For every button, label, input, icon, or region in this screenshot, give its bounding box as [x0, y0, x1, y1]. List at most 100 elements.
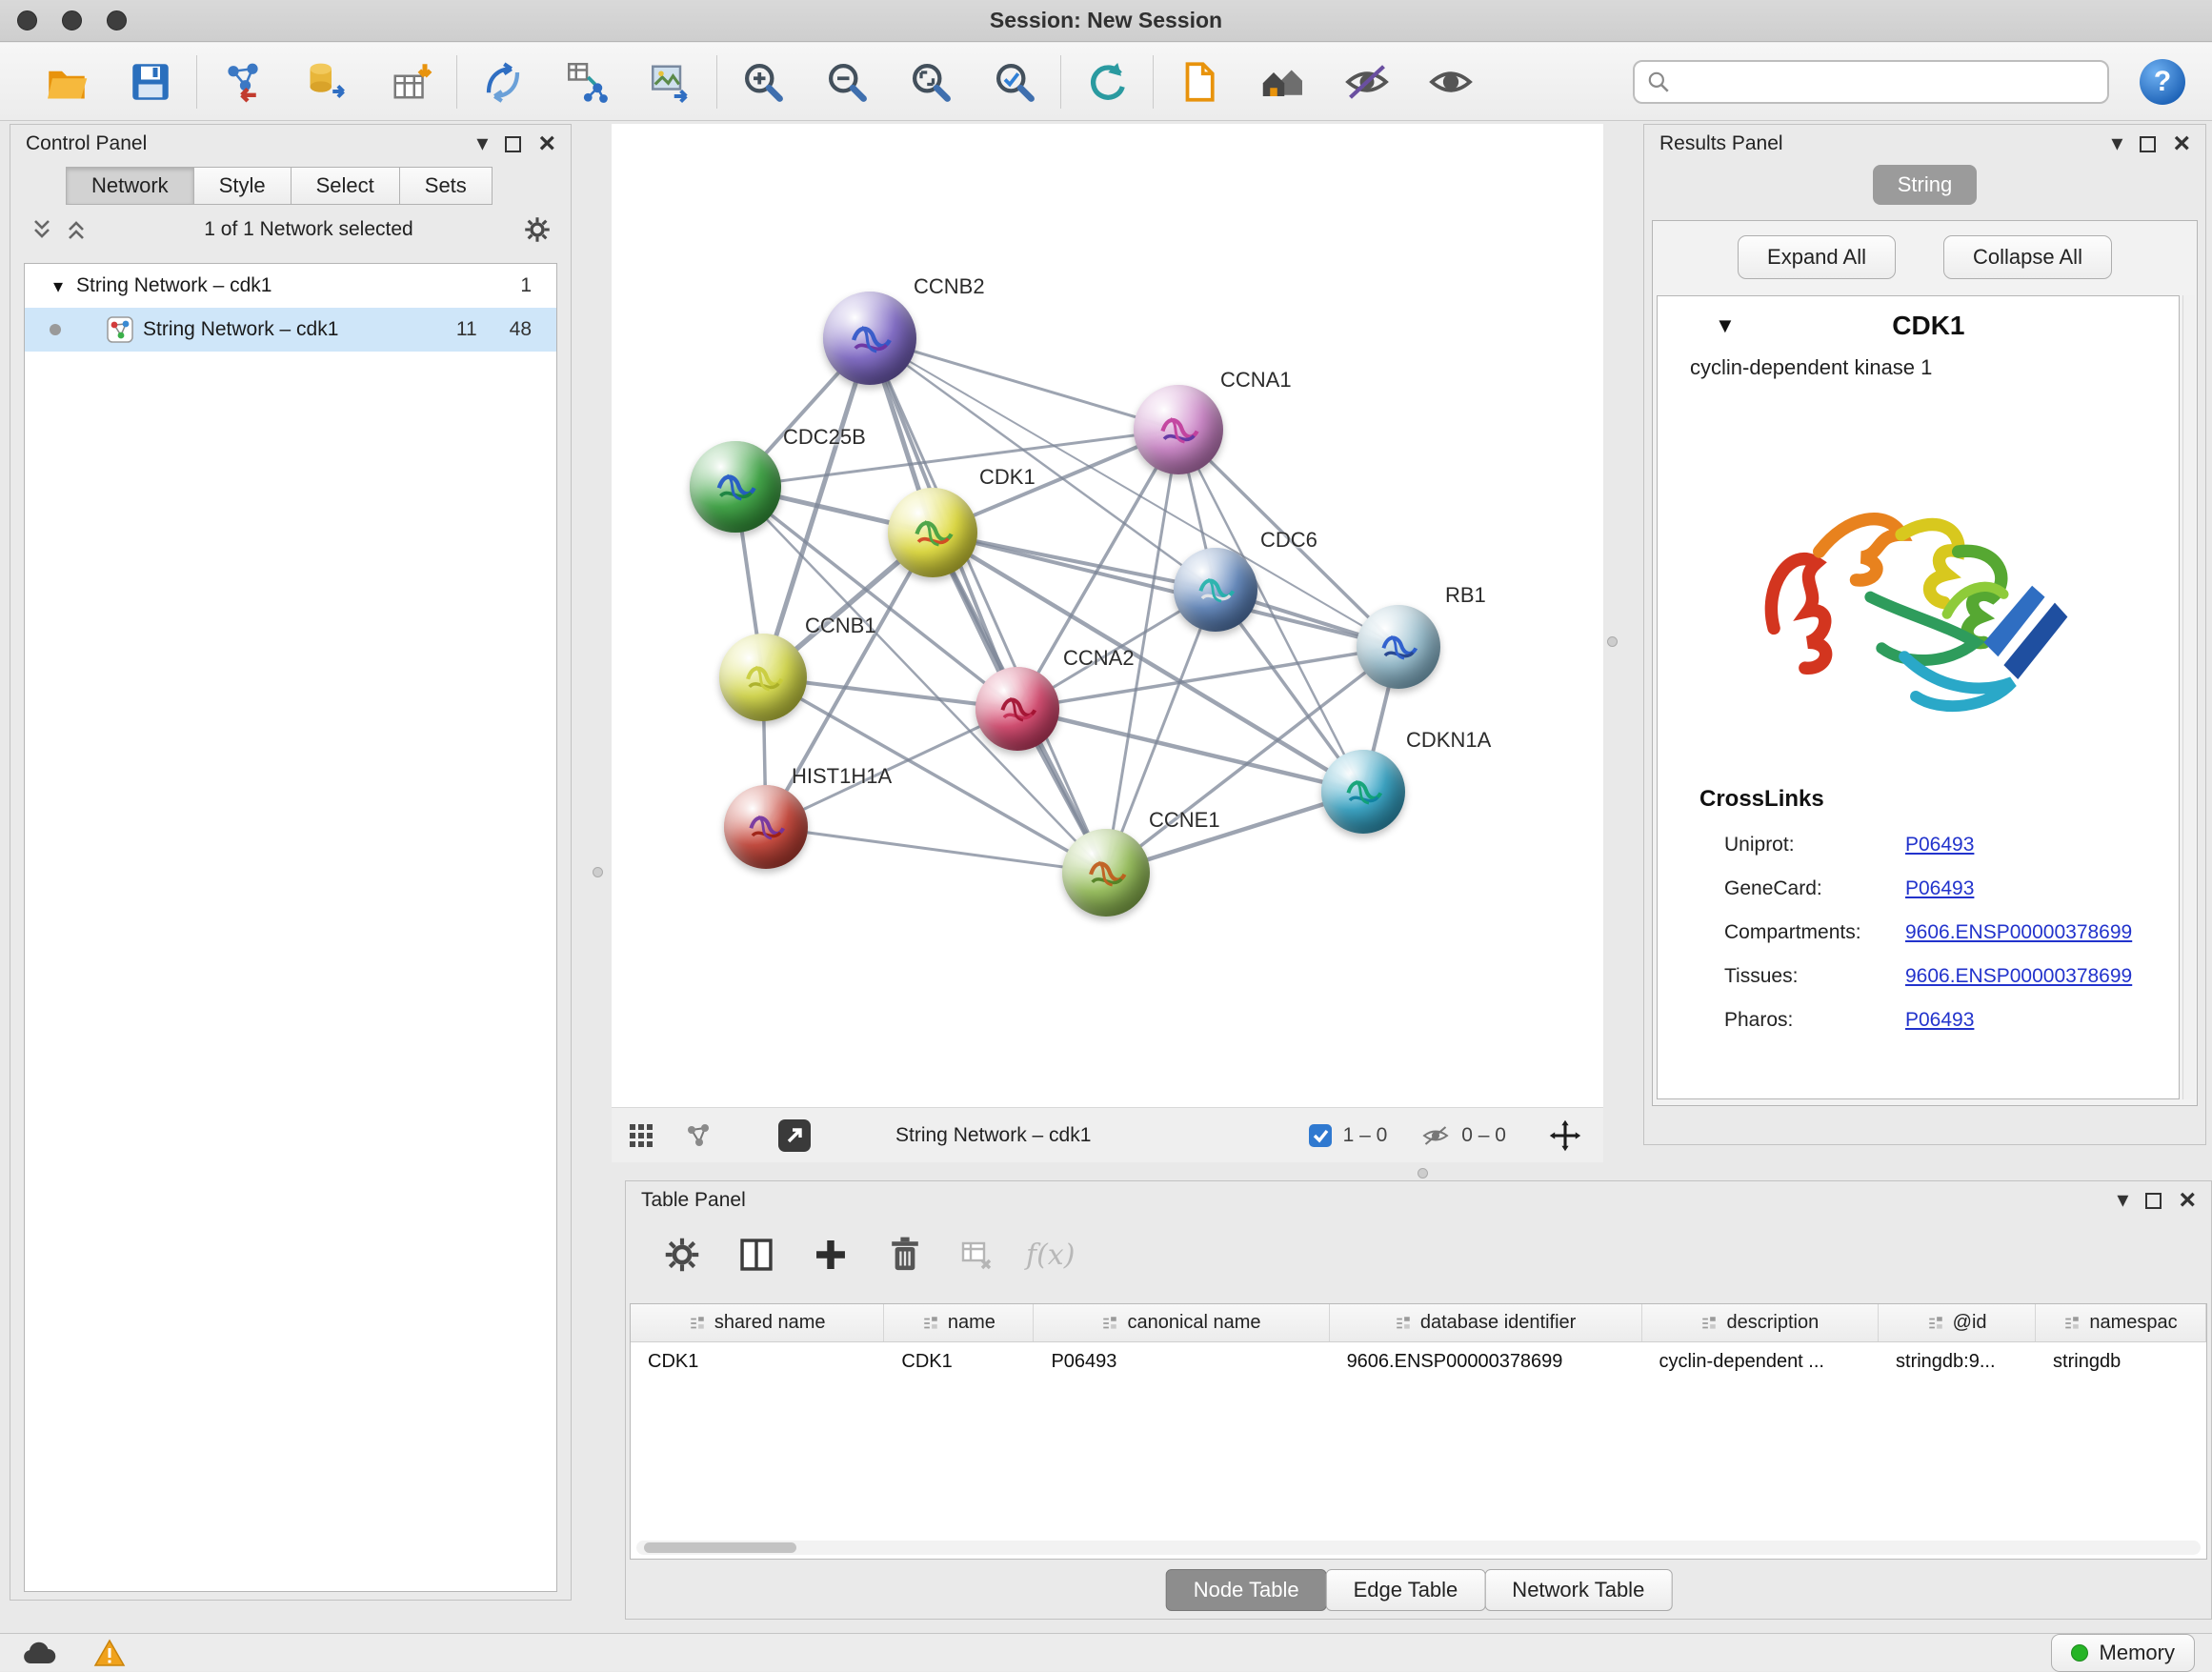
table-cell[interactable]: stringdb:9...: [1879, 1342, 2036, 1381]
external-link-icon[interactable]: [775, 1117, 814, 1155]
cloud-status-button[interactable]: [17, 1637, 61, 1669]
zoom-in-button[interactable]: [721, 50, 805, 113]
tab-sets[interactable]: Sets: [399, 167, 493, 205]
selected-checkbox-icon[interactable]: [1307, 1122, 1334, 1149]
table-settings-gear-icon[interactable]: [660, 1233, 704, 1277]
right-splitter-handle[interactable]: [1607, 636, 1618, 647]
tab-style[interactable]: Style: [193, 167, 292, 205]
refresh-layout-button[interactable]: [1065, 50, 1149, 113]
collapse-all-button[interactable]: Collapse All: [1943, 235, 2112, 279]
crosslink-link[interactable]: P06493: [1905, 877, 1974, 900]
open-session-button[interactable]: [25, 50, 109, 113]
panel-close-icon[interactable]: ×: [2173, 130, 2190, 158]
import-network-database-button[interactable]: [285, 50, 369, 113]
panel-menu-icon[interactable]: ▾: [2111, 132, 2122, 155]
collapse-all-icon[interactable]: [28, 215, 56, 244]
gear-icon[interactable]: [521, 213, 553, 246]
vertical-splitter-handle[interactable]: [593, 867, 603, 877]
save-session-button[interactable]: [109, 50, 192, 113]
tab-network-table[interactable]: Network Table: [1484, 1569, 1672, 1611]
tab-string[interactable]: String: [1873, 165, 1977, 205]
gene-section-header[interactable]: ▼ CDK1: [1658, 296, 2179, 355]
network-node-ccna2[interactable]: [975, 667, 1059, 751]
expand-all-button[interactable]: Expand All: [1738, 235, 1896, 279]
panel-float-icon[interactable]: [505, 136, 521, 152]
crosslink-link[interactable]: 9606.ENSP00000378699: [1905, 965, 2132, 988]
network-node-ccnb2[interactable]: [823, 292, 916, 385]
network-node-ccnb1[interactable]: [719, 634, 807, 721]
column-header--id[interactable]: @id: [1879, 1304, 2036, 1341]
add-row-plus-icon[interactable]: [809, 1233, 853, 1277]
network-node-rb1[interactable]: [1357, 605, 1440, 689]
network-edge[interactable]: [870, 338, 1178, 430]
tree-caret-icon[interactable]: ▾: [53, 274, 63, 298]
table-cell[interactable]: stringdb: [2036, 1342, 2206, 1381]
share-network-icon[interactable]: [684, 1121, 713, 1150]
export-image-button[interactable]: [629, 50, 713, 113]
expand-all-icon[interactable]: [62, 215, 90, 244]
pan-crosshair-icon[interactable]: [1548, 1118, 1582, 1153]
add-column-icon[interactable]: [734, 1233, 778, 1277]
panel-float-icon[interactable]: [2140, 136, 2156, 152]
tab-network[interactable]: Network: [66, 167, 194, 205]
panel-close-icon[interactable]: ×: [2179, 1186, 2196, 1215]
delete-table-icon[interactable]: [957, 1236, 995, 1274]
function-builder-icon[interactable]: f(x): [1026, 1239, 1075, 1272]
table-cell[interactable]: P06493: [1034, 1342, 1329, 1381]
column-header-name[interactable]: name: [884, 1304, 1034, 1341]
horizontal-splitter-handle[interactable]: [1418, 1168, 1428, 1178]
table-cell[interactable]: CDK1: [884, 1342, 1034, 1381]
table-cell[interactable]: cyclin-dependent ...: [1642, 1342, 1879, 1381]
grid-view-icon[interactable]: [627, 1121, 655, 1150]
new-network-button[interactable]: [461, 50, 545, 113]
network-node-cdc25b[interactable]: [690, 441, 781, 533]
search-input[interactable]: [1679, 71, 2096, 93]
crosslink-link[interactable]: P06493: [1905, 834, 1974, 856]
column-header-description[interactable]: description: [1642, 1304, 1880, 1341]
network-node-ccne1[interactable]: [1062, 829, 1150, 917]
home-button[interactable]: [1241, 50, 1325, 113]
network-node-cdkn1a[interactable]: [1321, 750, 1405, 834]
help-button[interactable]: ?: [2140, 59, 2185, 105]
column-header-canonical-name[interactable]: canonical name: [1034, 1304, 1329, 1341]
network-node-ccna1[interactable]: [1134, 385, 1223, 474]
tab-edge-table[interactable]: Edge Table: [1326, 1569, 1486, 1611]
panel-menu-icon[interactable]: ▾: [476, 132, 488, 155]
network-from-table-button[interactable]: [545, 50, 629, 113]
section-caret-icon[interactable]: ▼: [1715, 313, 1736, 338]
network-node-cdk1[interactable]: [888, 488, 977, 577]
column-header-database-identifier[interactable]: database identifier: [1330, 1304, 1642, 1341]
hide-selected-button[interactable]: [1325, 50, 1409, 113]
network-row[interactable]: String Network – cdk1 11 48: [25, 308, 556, 352]
table-row[interactable]: CDK1CDK1P064939606.ENSP00000378699cyclin…: [631, 1342, 2206, 1382]
warnings-button[interactable]: [88, 1637, 131, 1669]
column-header-shared-name[interactable]: shared name: [631, 1304, 884, 1341]
network-node-hist1h1a[interactable]: [724, 785, 808, 869]
panel-float-icon[interactable]: [2145, 1193, 2162, 1209]
column-header-namespac[interactable]: namespac: [2036, 1304, 2206, 1341]
network-node-cdc6[interactable]: [1174, 548, 1257, 632]
network-edge[interactable]: [870, 338, 1106, 873]
panel-close-icon[interactable]: ×: [538, 130, 555, 158]
zoom-fit-button[interactable]: [889, 50, 973, 113]
delete-trash-icon[interactable]: [883, 1233, 927, 1277]
results-scrollbar[interactable]: [2182, 295, 2195, 1099]
import-table-button[interactable]: [369, 50, 452, 113]
zoom-out-button[interactable]: [805, 50, 889, 113]
table-cell[interactable]: 9606.ENSP00000378699: [1330, 1342, 1642, 1381]
crosslink-link[interactable]: 9606.ENSP00000378699: [1905, 921, 2132, 944]
memory-status-button[interactable]: Memory: [2051, 1634, 2195, 1672]
network-edge[interactable]: [933, 533, 1398, 647]
table-cell[interactable]: CDK1: [631, 1342, 884, 1381]
panel-menu-icon[interactable]: ▾: [2117, 1189, 2128, 1212]
import-network-file-button[interactable]: [201, 50, 285, 113]
tab-node-table[interactable]: Node Table: [1166, 1569, 1327, 1611]
network-canvas[interactable]: CCNB2CCNA1CDC25BCDK1CDC6RB1CCNB1CCNA2CDK…: [612, 124, 1603, 1107]
crosslink-link[interactable]: P06493: [1905, 1009, 1974, 1032]
network-collection-row[interactable]: ▾ String Network – cdk1 1: [25, 264, 556, 308]
document-copy-button[interactable]: [1157, 50, 1241, 113]
zoom-selected-button[interactable]: [973, 50, 1056, 113]
show-all-button[interactable]: [1409, 50, 1493, 113]
hidden-eye-slash-icon[interactable]: [1419, 1121, 1452, 1150]
tab-select[interactable]: Select: [291, 167, 400, 205]
